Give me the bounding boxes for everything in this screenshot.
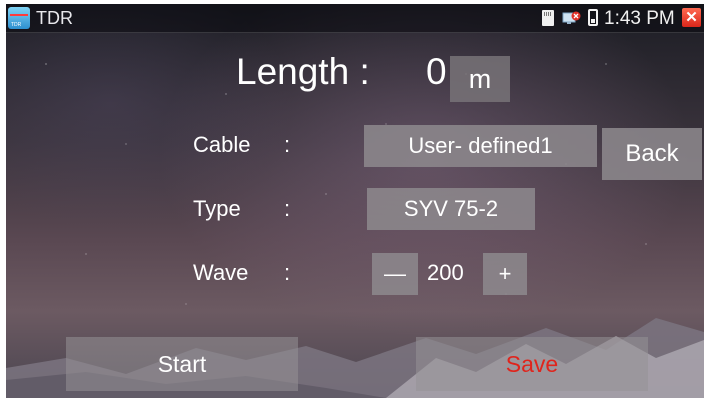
start-button[interactable]: Start: [66, 337, 298, 391]
length-label: Length :: [236, 51, 370, 92]
save-button[interactable]: Save: [416, 337, 648, 391]
title-bar: TDR TDR 1:43 PM ✕: [6, 4, 704, 33]
tdr-app-icon: TDR: [8, 7, 30, 29]
wave-colon: :: [284, 260, 291, 285]
back-button[interactable]: Back: [602, 128, 702, 180]
tdr-screen: TDR TDR 1:43 PM ✕ Length : 0 m Cable : U…: [6, 4, 704, 398]
app-title: TDR: [36, 8, 73, 28]
network-icon: [562, 11, 581, 24]
cable-select-button[interactable]: User- defined1: [364, 125, 597, 167]
length-unit-button[interactable]: m: [450, 56, 510, 102]
battery-icon: [588, 9, 598, 26]
wave-increase-button[interactable]: +: [483, 253, 527, 295]
type-colon: :: [284, 196, 291, 221]
status-time: 1:43 PM: [604, 8, 675, 29]
length-value: 0: [426, 51, 447, 92]
wave-decrease-button[interactable]: —: [372, 253, 418, 295]
type-label: Type: [193, 196, 241, 221]
type-select-button[interactable]: SYV 75-2: [367, 188, 535, 230]
cable-colon: :: [284, 132, 291, 157]
wave-value: 200: [427, 260, 464, 285]
cable-label: Cable: [193, 132, 251, 157]
close-icon[interactable]: ✕: [682, 8, 701, 27]
sd-card-icon: [542, 10, 554, 26]
wave-label: Wave: [193, 260, 249, 285]
